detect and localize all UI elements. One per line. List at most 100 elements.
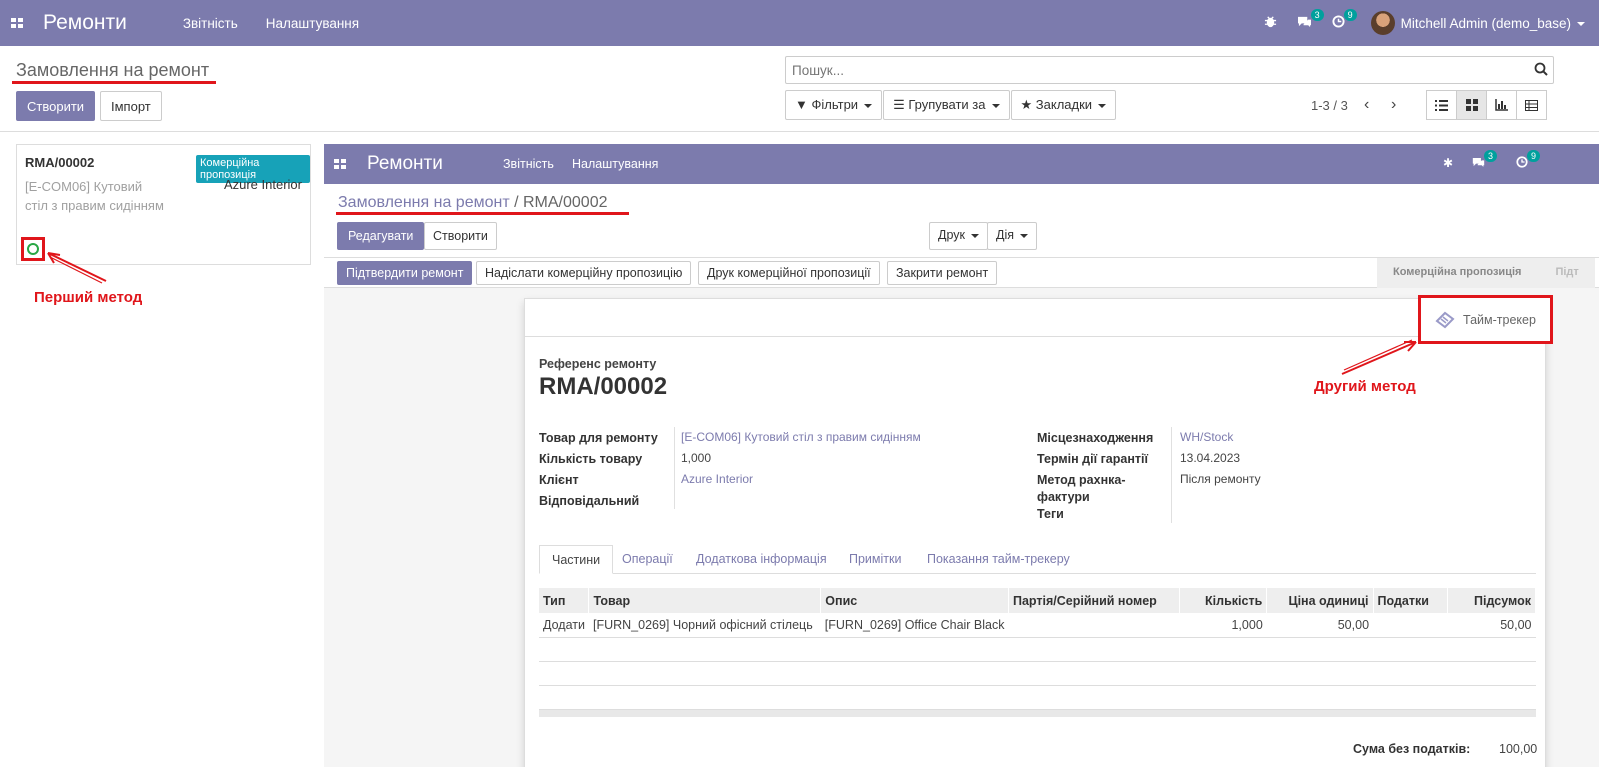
edit-button[interactable]: Редагувати bbox=[337, 222, 425, 250]
tab-notes[interactable]: Примітки bbox=[837, 545, 913, 574]
inner-menu-configuration[interactable]: Налаштування bbox=[572, 157, 658, 171]
table-cell: Додати bbox=[539, 613, 589, 638]
field-product[interactable]: [E-COM06] Кутовий стіл з правим сидінням bbox=[681, 430, 921, 444]
filters-button[interactable]: ▼ Фільтри bbox=[785, 90, 883, 120]
kanban-view-icon[interactable] bbox=[1456, 90, 1487, 120]
first-method-label: Перший метод bbox=[34, 289, 143, 306]
menu-configuration[interactable]: Налаштування bbox=[266, 16, 359, 31]
field-location[interactable]: WH/Stock bbox=[1180, 430, 1233, 444]
confirm-repair-button[interactable]: Підтвердити ремонт bbox=[337, 261, 473, 285]
field-customer[interactable]: Azure Interior bbox=[681, 472, 753, 486]
field-label-warranty: Термін дії гарантії bbox=[1037, 452, 1148, 466]
ref-label: Референс ремонту bbox=[539, 357, 657, 371]
tab-operations[interactable]: Операції bbox=[610, 545, 685, 574]
field-label-location: Місцезнаходження bbox=[1037, 431, 1154, 445]
user-menu[interactable]: Mitchell Admin (demo_base) bbox=[1401, 16, 1585, 31]
list-view-icon[interactable] bbox=[1426, 90, 1457, 120]
app-name[interactable]: Ремонти bbox=[43, 11, 127, 35]
print-label: Друк bbox=[938, 228, 965, 242]
import-button[interactable]: Імпорт bbox=[100, 91, 162, 121]
pager-next-icon[interactable]: › bbox=[1391, 96, 1396, 114]
field-label-responsible: Відповідальний bbox=[539, 494, 640, 508]
activity-clock-icon[interactable]: 9 bbox=[1516, 150, 1540, 171]
highlight-underline bbox=[12, 81, 216, 84]
column-header[interactable]: Партія/Серійний номер bbox=[1008, 588, 1181, 613]
activity-count-badge: 9 bbox=[1526, 150, 1540, 162]
chat-icon[interactable]: 3 bbox=[1297, 9, 1324, 31]
chat-count-badge: 3 bbox=[1310, 9, 1324, 21]
group-by-label: Групувати за bbox=[908, 97, 986, 112]
activity-clock-icon[interactable]: 9 bbox=[1332, 9, 1357, 31]
page-title: Замовлення на ремонт bbox=[16, 60, 210, 80]
untaxed-total-label: Сума без податків: bbox=[1353, 742, 1471, 756]
column-header[interactable]: Товар bbox=[588, 588, 822, 613]
table-cell: [FURN_0269] Office Chair Black bbox=[820, 613, 1009, 638]
empty-row bbox=[539, 662, 1536, 686]
timer-smart-button[interactable]: Тайм-трекер bbox=[1418, 295, 1553, 344]
form-statusbar: Підтвердити ремонт Надіслати комерційну … bbox=[324, 258, 1599, 288]
field-warranty[interactable]: 13.04.2023 bbox=[1180, 451, 1240, 465]
pager-value[interactable]: 1-3 / 3 bbox=[1311, 98, 1348, 113]
stage-next[interactable]: Підт bbox=[1555, 266, 1578, 278]
notebook-tabs: Частини Операції Додаткова інформація Пр… bbox=[539, 545, 1536, 574]
search-input[interactable] bbox=[786, 57, 1506, 83]
field-label-product: Товар для ремонту bbox=[539, 431, 658, 445]
column-header[interactable]: Тип bbox=[539, 588, 590, 613]
chevron-down-icon bbox=[991, 103, 1000, 108]
field-quantity[interactable]: 1,000 bbox=[681, 451, 711, 465]
graph-view-icon[interactable] bbox=[1486, 90, 1517, 120]
favorites-button[interactable]: ★ Закладки bbox=[1010, 90, 1117, 120]
tab-timesheets[interactable]: Показання тайм-трекеру bbox=[915, 545, 1082, 574]
tab-extra-info[interactable]: Додаткова інформація bbox=[684, 545, 839, 574]
chevron-down-icon bbox=[1020, 233, 1029, 238]
group-by-button[interactable]: ☰ Групувати за bbox=[883, 90, 1010, 120]
breadcrumb-separator: / bbox=[509, 194, 523, 211]
close-repair-button[interactable]: Закрити ремонт bbox=[887, 261, 998, 285]
card-partner: Azure Interior bbox=[223, 177, 302, 192]
search-icon[interactable] bbox=[1534, 62, 1548, 76]
print-button[interactable]: Друк bbox=[929, 222, 988, 250]
field-label-customer: Клієнт bbox=[539, 473, 579, 487]
action-label: Дія bbox=[996, 228, 1015, 242]
table-cell bbox=[1008, 613, 1180, 638]
chevron-down-icon bbox=[971, 233, 979, 238]
field-invoice-method[interactable]: Після ремонту bbox=[1180, 472, 1261, 486]
debug-bug-icon[interactable]: ✱ bbox=[1443, 156, 1453, 170]
column-header[interactable]: Кількість bbox=[1179, 588, 1268, 613]
breadcrumb-parent-link[interactable]: Замовлення на ремонт bbox=[338, 194, 510, 211]
inner-app-name[interactable]: Ремонти bbox=[367, 153, 443, 175]
field-separator bbox=[1171, 427, 1172, 523]
field-separator bbox=[674, 427, 675, 509]
create-button[interactable]: Створити bbox=[16, 91, 96, 121]
timer-button-label: Тайм-трекер bbox=[1463, 312, 1536, 327]
form-create-button[interactable]: Створити bbox=[424, 222, 497, 250]
pivot-view-icon[interactable] bbox=[1516, 90, 1547, 120]
menu-reporting[interactable]: Звітність bbox=[183, 16, 238, 31]
print-quotation-button[interactable]: Друк комерційної пропозиції bbox=[698, 261, 880, 285]
chevron-down-icon bbox=[1098, 103, 1107, 108]
debug-bug-icon[interactable] bbox=[1264, 15, 1277, 31]
pager-previous-icon[interactable]: ‹ bbox=[1364, 96, 1369, 114]
send-quotation-button[interactable]: Надіслати комерційну пропозицію bbox=[476, 261, 692, 285]
chevron-down-icon bbox=[1577, 21, 1585, 26]
table-cell: 1,000 bbox=[1179, 613, 1267, 638]
apps-menu-icon[interactable] bbox=[334, 159, 346, 169]
empty-row bbox=[539, 638, 1536, 662]
apps-menu-icon[interactable] bbox=[11, 18, 23, 28]
column-header[interactable]: Ціна одиниці bbox=[1266, 588, 1374, 613]
control-panel: Замовлення на ремонт Створити Імпорт ▼ Ф… bbox=[0, 46, 1599, 132]
column-header[interactable]: Опис bbox=[820, 588, 1009, 613]
action-button[interactable]: Дія bbox=[987, 222, 1038, 250]
user-avatar[interactable] bbox=[1370, 11, 1395, 35]
timer-status-circle-icon[interactable] bbox=[27, 243, 39, 255]
chat-icon[interactable]: 3 bbox=[1472, 150, 1497, 171]
form-breadcrumb: Замовлення на ремонт / RMA/00002 bbox=[338, 194, 608, 212]
breadcrumb-current: RMA/00002 bbox=[523, 194, 608, 211]
column-header[interactable]: Податки bbox=[1373, 588, 1448, 613]
stage-current: Комерційна пропозиція Підт bbox=[1377, 258, 1595, 288]
table-row[interactable]: Додати [FURN_0269] Чорний офісний стілец… bbox=[539, 613, 1536, 638]
tab-parts[interactable]: Частини bbox=[539, 545, 614, 574]
field-label-quantity: Кількість товару bbox=[539, 452, 643, 466]
column-header[interactable]: Підсумок bbox=[1447, 588, 1537, 613]
inner-menu-reporting[interactable]: Звітність bbox=[503, 157, 554, 171]
